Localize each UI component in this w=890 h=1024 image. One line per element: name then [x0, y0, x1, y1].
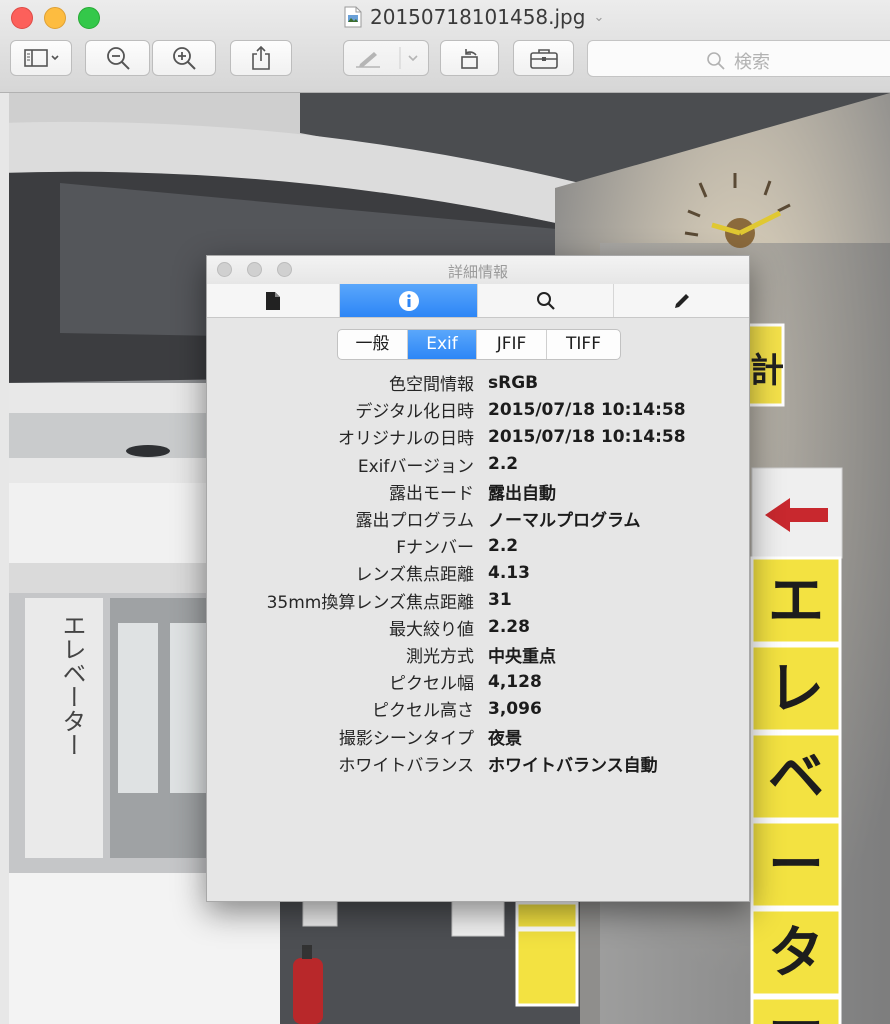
exif-row: レンズ焦点距離 4.13: [207, 559, 749, 586]
window-toolbar: 20150718101458.jpg ⌄ 検索: [0, 0, 890, 93]
exif-value: 夜景: [488, 728, 522, 749]
zoom-out-button[interactable]: [85, 40, 150, 76]
zoom-in-icon: [173, 47, 196, 70]
inspector-tab-bar: [207, 284, 749, 318]
exif-key: Exifバージョン: [357, 456, 474, 477]
sign-char: レ: [768, 657, 824, 722]
search-placeholder: 検索: [734, 52, 770, 73]
exif-key: 35mm換算レンズ焦点距離: [266, 592, 474, 613]
window-left-edge: [0, 93, 9, 1024]
window-title-area[interactable]: 20150718101458.jpg ⌄: [344, 4, 604, 30]
inspector-titlebar[interactable]: 詳細情報: [207, 256, 749, 285]
sign-char: ー: [768, 833, 824, 898]
exif-key: 測光方式: [406, 646, 474, 667]
sidebar-icon: [24, 49, 59, 67]
close-window-button[interactable]: [11, 7, 33, 29]
exif-value: 中央重点: [488, 646, 556, 667]
zoom-window-button[interactable]: [78, 7, 100, 29]
zoom-in-button[interactable]: [152, 40, 216, 76]
exif-row: 色空間情報 sRGB: [207, 369, 749, 396]
exif-key: Fナンバー: [396, 538, 474, 559]
markup-button[interactable]: [343, 40, 429, 76]
tab-annotations[interactable]: [614, 284, 749, 317]
exif-row: デジタル化日時 2015/07/18 10:14:58: [207, 396, 749, 423]
exif-row: ピクセル幅 4,128: [207, 668, 749, 695]
document-icon: [266, 291, 280, 310]
exif-row: Fナンバー 2.2: [207, 532, 749, 559]
segment-exif[interactable]: Exif: [408, 330, 477, 359]
sidebar-view-button[interactable]: [10, 40, 72, 76]
rotate-left-icon: [460, 49, 478, 69]
exif-value: ノーマルプログラム: [488, 511, 641, 532]
exif-row: オリジナルの日時 2015/07/18 10:14:58: [207, 423, 749, 450]
exif-key: 露出プログラム: [355, 511, 475, 532]
exif-key: ピクセル高さ: [372, 701, 474, 722]
exif-row: 35mm換算レンズ焦点距離 31: [207, 587, 749, 614]
exif-value: 2015/07/18 10:14:58: [488, 399, 686, 420]
exif-row: 撮影シーンタイプ 夜景: [207, 722, 749, 749]
exif-value: 4,128: [488, 671, 542, 692]
share-button[interactable]: [230, 40, 292, 76]
inspector-panel: 詳細情報 一般 Exif JFIF TIFF 色空間情報 sRGB デジタル化日…: [206, 255, 750, 902]
jpeg-file-icon: [344, 6, 362, 28]
exif-value: 2.2: [488, 535, 519, 556]
exif-row: Exifバージョン 2.2: [207, 451, 749, 478]
tab-keywords[interactable]: [478, 284, 614, 317]
markup-pen-icon: [356, 47, 418, 69]
sign-char: タ: [768, 921, 824, 986]
exif-value: 31: [488, 590, 512, 611]
exif-key: 色空間情報: [389, 375, 474, 396]
tab-general-info[interactable]: [207, 284, 340, 317]
title-menu-chevron-icon[interactable]: ⌄: [593, 10, 604, 25]
exif-value: 2015/07/18 10:14:58: [488, 426, 686, 447]
partial-sign-text: 計: [750, 351, 784, 391]
exif-key: 露出モード: [389, 483, 474, 504]
zoom-out-icon: [106, 47, 130, 70]
search-icon: [536, 291, 555, 310]
segment-jfif[interactable]: JFIF: [477, 330, 547, 359]
exif-value: 3,096: [488, 698, 542, 719]
exif-row: 最大絞り値 2.28: [207, 614, 749, 641]
right-elevator-sign: エ レ ベ ー タ ー: [752, 558, 840, 1024]
exif-property-list: 色空間情報 sRGB デジタル化日時 2015/07/18 10:14:58 オリジ…: [207, 369, 749, 777]
segment-general[interactable]: 一般: [338, 330, 408, 359]
exif-key: デジタル化日時: [355, 402, 474, 423]
rotate-left-button[interactable]: [440, 40, 499, 76]
minimize-window-button[interactable]: [44, 7, 66, 29]
window-title: 20150718101458.jpg: [370, 5, 586, 29]
left-elevator-sign: エレベーター: [58, 613, 86, 757]
sign-char: ベ: [768, 745, 824, 810]
exif-key: 最大絞り値: [389, 619, 474, 640]
exif-row: ホワイトバランス ホワイトバランス自動: [207, 750, 749, 777]
inspector-title: 詳細情報: [447, 263, 508, 281]
sign-char: ー: [752, 998, 840, 1024]
exif-row: 測光方式 中央重点: [207, 641, 749, 668]
tab-more-info[interactable]: [340, 284, 478, 317]
exif-key: オリジナルの日時: [338, 429, 474, 450]
exif-key: レンズ焦点距離: [355, 565, 474, 586]
exif-value: 2.2: [488, 454, 519, 475]
exif-value: 2.28: [488, 617, 530, 638]
toolbox-button[interactable]: [513, 40, 574, 76]
search-icon: [707, 52, 725, 70]
exif-key: ピクセル幅: [389, 674, 474, 695]
pencil-icon: [674, 293, 689, 308]
exif-value: 露出自動: [488, 483, 556, 504]
exif-value: 4.13: [488, 562, 530, 583]
exif-key: 撮影シーンタイプ: [338, 728, 474, 749]
metadata-segmented-control: 一般 Exif JFIF TIFF: [337, 329, 621, 360]
exif-row: ピクセル高さ 3,096: [207, 695, 749, 722]
exif-key: ホワイトバランス: [338, 755, 474, 776]
exif-row: 露出プログラム ノーマルプログラム: [207, 505, 749, 532]
toolbox-icon: [529, 49, 558, 69]
exif-value: ホワイトバランス自動: [488, 755, 658, 776]
share-icon: [252, 45, 270, 70]
segment-tiff[interactable]: TIFF: [547, 330, 620, 359]
sign-char: エ: [768, 569, 824, 634]
info-icon: [398, 290, 419, 311]
exif-row: 露出モード 露出自動: [207, 478, 749, 505]
search-field[interactable]: 検索: [587, 40, 890, 77]
exif-value: sRGB: [488, 372, 539, 393]
